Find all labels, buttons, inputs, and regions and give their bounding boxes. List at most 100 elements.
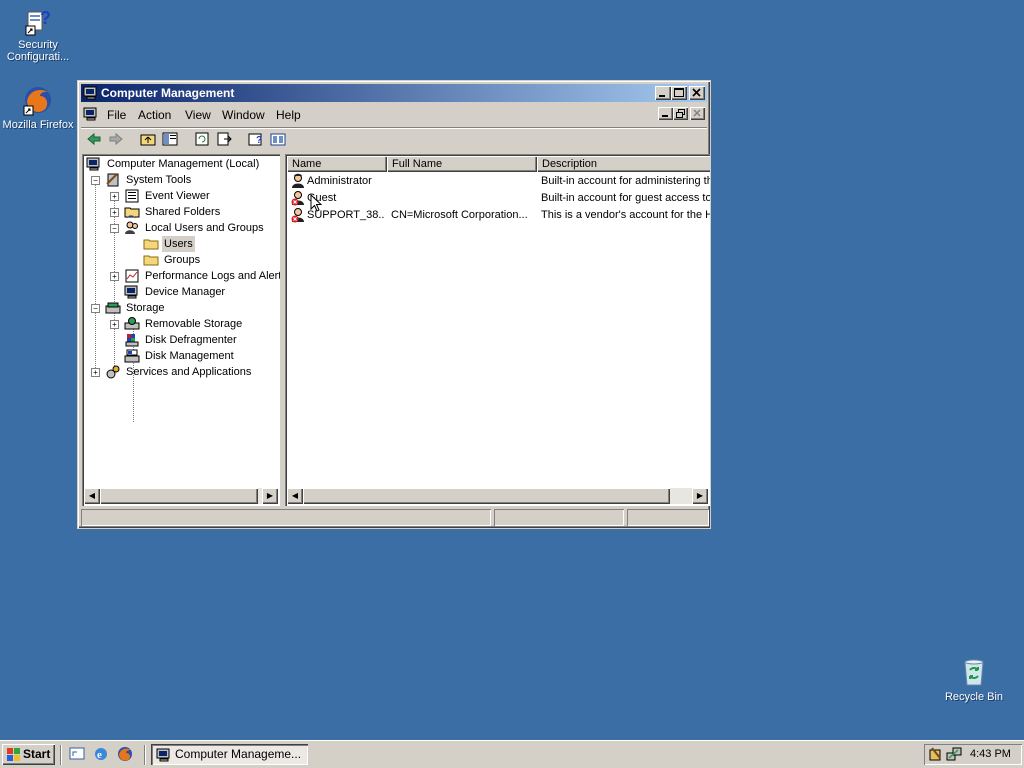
disk-management-icon [124,348,140,364]
start-button[interactable]: Start [2,744,55,765]
computer-management-window: Computer Management File Action View Win… [77,80,711,529]
tree-item-label: Disk Management [145,350,234,362]
title-bar[interactable]: Computer Management [81,84,707,102]
status-pane-2 [494,509,624,526]
security-tray-icon[interactable] [928,746,944,762]
shared-folders-icon [124,204,140,220]
menu-view[interactable]: View [185,108,211,122]
maximize-button[interactable] [671,86,687,100]
expand-performance-logs-button[interactable]: + [110,272,119,281]
device-manager-icon [124,284,140,300]
svg-text:?: ? [256,135,262,146]
scroll-left-button[interactable]: ◀ [287,488,303,504]
task-label: Computer Manageme... [175,747,302,761]
taskbar-separator [60,745,62,765]
tree-item-label: Performance Logs and Alerts [145,270,280,282]
mdi-minimize-button[interactable] [658,107,673,120]
network-tray-icon[interactable] [946,746,962,762]
refresh-button[interactable] [193,131,211,147]
collapse-storage-button[interactable]: − [91,304,100,313]
expand-removable-storage-button[interactable]: + [110,320,119,329]
storage-icon [105,300,121,316]
tree-item-label: System Tools [126,174,192,186]
mdi-close-button[interactable] [690,107,705,120]
desktop-icon-mozilla-firefox[interactable]: Mozilla Firefox [0,84,76,131]
list-horizontal-scrollbar[interactable]: ◀ ▶ [287,488,708,504]
status-pane-3 [627,509,709,526]
menu-action[interactable]: Action [138,108,171,122]
disabled-user-icon [290,207,306,223]
menu-bar: File Action View Window Help [81,104,707,124]
collapse-local-users-button[interactable]: − [110,224,119,233]
expand-event-viewer-button[interactable]: + [110,192,119,201]
column-header-description[interactable]: Description [537,156,710,172]
close-button[interactable] [689,86,705,100]
clock[interactable]: 4:43 PM [970,748,1011,760]
show-hide-tree-button[interactable] [161,131,179,147]
help-button[interactable]: ? [247,131,265,147]
cell-description: Built-in account for administering th [541,175,710,187]
firefox-quicklaunch-icon[interactable] [117,746,133,762]
system-menu-icon[interactable] [83,106,99,122]
menu-help[interactable]: Help [276,108,301,122]
menu-file[interactable]: File [107,108,126,122]
tree-horizontal-scrollbar[interactable]: ◀ ▶ [84,488,278,504]
toolbar: ? [81,127,707,150]
status-bar [81,509,707,527]
firefox-icon [22,84,54,116]
svg-text:e: e [97,749,102,761]
cell-full-name: CN=Microsoft Corporation... [391,209,528,221]
column-header-name[interactable]: Name [287,156,387,172]
event-viewer-icon [124,188,140,204]
local-users-icon [124,220,140,236]
desktop-icon-security-configuration[interactable]: ? Security Configurati... [0,4,76,63]
export-list-button[interactable] [215,131,233,147]
internet-explorer-icon[interactable]: e [93,746,109,762]
menu-window[interactable]: Window [222,108,265,122]
up-folder-button[interactable] [139,131,157,147]
tree-item-label: Disk Defragmenter [145,334,237,346]
column-header-full-name[interactable]: Full Name [387,156,537,172]
folder-open-icon [143,236,159,252]
desktop-icon-label: Mozilla Firefox [2,119,74,131]
mdi-restore-button[interactable] [673,107,688,120]
forward-button[interactable] [107,131,125,147]
taskbar-button-computer-management[interactable]: Computer Manageme... [151,744,308,765]
tree-item-label: Shared Folders [145,206,221,218]
desktop-icon-recycle-bin[interactable]: Recycle Bin [936,656,1012,703]
users-list-view[interactable]: Name Full Name Description Administrator… [285,154,710,506]
scroll-thumb[interactable] [303,488,670,504]
removable-storage-icon [124,316,140,332]
status-pane-main [81,509,491,526]
properties-button[interactable] [269,131,287,147]
expand-services-button[interactable]: + [91,368,100,377]
expand-shared-folders-button[interactable]: + [110,208,119,217]
back-button[interactable] [85,131,103,147]
minimize-button[interactable] [655,86,671,100]
folder-icon [143,252,159,268]
tree-item-label: Services and Applications [126,366,252,378]
show-desktop-icon[interactable] [69,746,85,762]
scroll-left-button[interactable]: ◀ [84,488,100,504]
taskbar-separator [144,745,146,765]
computer-management-icon [86,156,102,172]
windows-logo-icon [7,748,20,761]
scroll-right-button[interactable]: ▶ [692,488,708,504]
start-label: Start [23,747,51,761]
disk-defragmenter-icon [124,332,140,348]
tree-item-label: Event Viewer [145,190,210,202]
cell-name: Administrator [307,175,372,187]
scroll-right-button[interactable]: ▶ [262,488,278,504]
scroll-thumb[interactable] [100,488,258,504]
collapse-system-tools-button[interactable]: − [91,176,100,185]
recycle-bin-icon [958,656,990,688]
table-row[interactable]: SUPPORT_38... CN=Microsoft Corporation..… [287,207,710,224]
table-row[interactable]: Guest Built-in account for guest access … [287,190,710,207]
mouse-cursor-icon [310,194,323,212]
tree-item-label: Computer Management (Local) [107,158,260,170]
svg-text:?: ? [40,8,51,28]
tree-item-label: Local Users and Groups [145,222,264,234]
console-tree[interactable]: Computer Management (Local) − System Too… [82,154,280,506]
table-row[interactable]: Administrator Built-in account for admin… [287,173,710,190]
tree-item-label: Groups [164,254,201,266]
